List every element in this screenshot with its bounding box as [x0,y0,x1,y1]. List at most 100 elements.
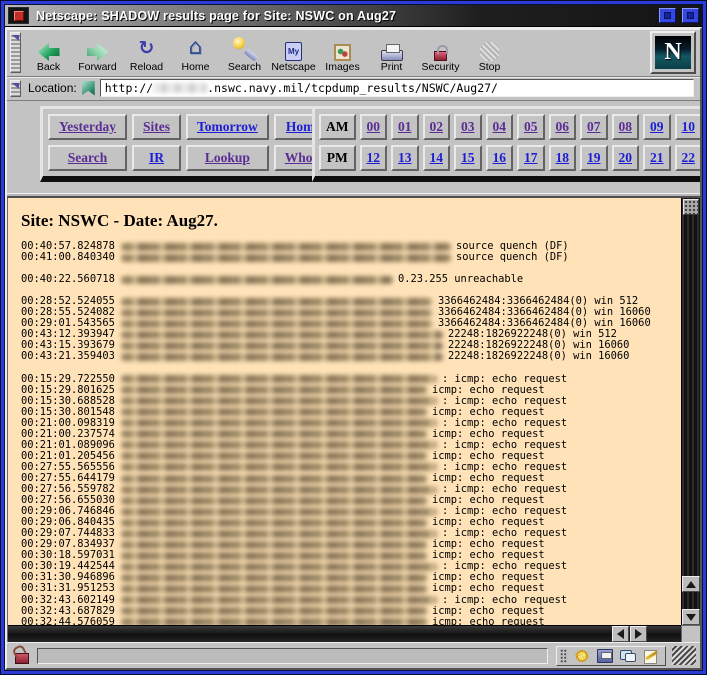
bookmark-icon[interactable] [82,81,95,96]
hour-link-10[interactable]: 10 [682,119,696,134]
scroll-down-button[interactable] [682,609,700,625]
log-line: 00:40:22.5607180.23.255 unreachable [21,274,681,285]
log-message: source quench (DF) [456,252,569,263]
toolbar-search-label: Search [228,61,261,73]
nav-link-ir[interactable]: IR [149,150,164,165]
redacted-text [121,452,427,460]
hour-link-05[interactable]: 05 [524,119,538,134]
nav-link-lookup[interactable]: Lookup [205,150,250,165]
toolbar-stop-button[interactable]: Stop [465,31,514,74]
nav-link-yesterday[interactable]: Yesterday [59,119,116,134]
hour-link-02[interactable]: 02 [430,119,444,134]
nav-link-sites[interactable]: Sites [143,119,170,134]
redacted-text [121,441,437,449]
hour-link-17[interactable]: 17 [524,150,538,165]
navigator-icon[interactable] [574,649,590,663]
hour-link-20[interactable]: 20 [619,150,633,165]
netscape-logo-icon: N [655,36,691,69]
mailbox-icon[interactable] [597,649,613,663]
url-prefix: http:// [105,81,153,95]
toolbar-home-button[interactable]: Home [171,31,220,74]
hour-link-09[interactable]: 09 [650,119,664,134]
log-timestamp: 00:15:29.722550 [21,374,117,385]
toolbar-netscape-button[interactable]: Netscape [269,31,318,74]
netscape-window: Netscape: SHADOW results page for Site: … [0,0,707,675]
toolbar-print-button[interactable]: Print [367,31,416,74]
log-line: 00:21:01.205456icmp: echo request [21,451,681,462]
netscape-logo-button[interactable]: N [650,31,696,74]
discussions-icon[interactable] [620,649,636,663]
title-bar[interactable]: Netscape: SHADOW results page for Site: … [5,5,702,27]
redacted-text [121,298,433,306]
browser-chrome: Back Forward ReloadHome Search NetscapeImage… [5,27,702,670]
component-bar [556,646,666,666]
composer-icon[interactable] [643,649,659,663]
log-line: 00:15:30.801548icmp: echo request [21,407,681,418]
hour-link-14[interactable]: 14 [430,150,444,165]
log-blank-line [21,263,681,274]
maximize-button[interactable] [682,8,699,23]
log-line: 00:32:44.576059icmp: echo request [21,617,681,625]
hour-link-07[interactable]: 07 [587,119,601,134]
hour-link-04[interactable]: 04 [493,119,507,134]
toolbar-security-button[interactable]: Security [416,31,465,74]
vertical-scrollbar[interactable] [681,198,700,625]
toolbar-images-button[interactable]: Images [318,31,367,74]
toolbar-back-button[interactable]: Back [24,31,73,74]
redacted-text [121,508,437,516]
scroll-up-button[interactable] [682,576,700,592]
hour-link-15[interactable]: 15 [461,150,475,165]
iconify-button[interactable] [659,8,676,23]
scroll-left-button[interactable] [612,626,629,642]
hour-link-13[interactable]: 13 [398,150,412,165]
hour-link-08[interactable]: 08 [619,119,633,134]
iconify-icon [664,12,671,19]
images-icon [334,44,351,61]
log-message: 0.23.255 unreachable [398,274,523,285]
hour-cell: 18 [549,145,577,171]
nav-cell: Lookup [186,145,269,171]
scroll-right-button[interactable] [630,626,647,642]
log-line: 00:15:29.722550: icmp: echo request [21,374,681,385]
home-icon [181,35,211,61]
hour-link-16[interactable]: 16 [493,150,507,165]
hour-cell: 17 [517,145,545,171]
hour-link-03[interactable]: 03 [461,119,475,134]
search-icon [230,35,260,61]
log-line: 00:21:00.098319: icmp: echo request [21,418,681,429]
component-bar-drag-handle[interactable] [560,649,567,663]
vertical-scrollbar-thumb[interactable] [683,199,699,215]
log-line: 00:27:55.644179icmp: echo request [21,473,681,484]
nav-link-tomorrow[interactable]: Tomorrow [197,119,258,134]
hour-link-01[interactable]: 01 [398,119,412,134]
log-line: 00:29:07.834937icmp: echo request [21,539,681,550]
url-input[interactable]: http://.nswc.navy.mil/tcpdump_results/NS… [100,79,694,97]
hour-cell: 19 [580,145,608,171]
security-padlock-icon[interactable] [15,653,29,664]
log-line: 00:29:07.744833: icmp: echo request [21,528,681,539]
redacted-text [121,419,437,427]
toolbar-forward-button[interactable]: Forward [73,31,122,74]
log-line: 00:32:43.602149: icmp: echo request [21,595,681,606]
nav-link-search[interactable]: Search [68,150,108,165]
hour-link-19[interactable]: 19 [587,150,601,165]
horizontal-scrollbar[interactable] [8,625,681,642]
right-arrow-icon [635,629,642,639]
log-timestamp: 00:32:43.602149 [21,595,117,606]
hours-row-label-am: AM [319,114,356,140]
hour-link-12[interactable]: 12 [367,150,381,165]
toolbar-collapse-handle[interactable] [10,32,21,73]
redacted-text [121,386,427,394]
hour-link-00[interactable]: 00 [367,119,381,134]
location-collapse-handle[interactable] [10,80,21,97]
toolbar-reload-button[interactable]: Reload [122,31,171,74]
toolbar-forward-label: Forward [78,61,117,73]
hour-link-18[interactable]: 18 [556,150,570,165]
window-menu-button[interactable] [8,7,29,24]
hour-link-22[interactable]: 22 [682,150,696,165]
hour-link-06[interactable]: 06 [556,119,570,134]
toolbar-search-button[interactable]: Search [220,31,269,74]
hour-link-21[interactable]: 21 [650,150,664,165]
redacted-text [121,375,437,383]
resize-grip[interactable] [672,646,696,665]
